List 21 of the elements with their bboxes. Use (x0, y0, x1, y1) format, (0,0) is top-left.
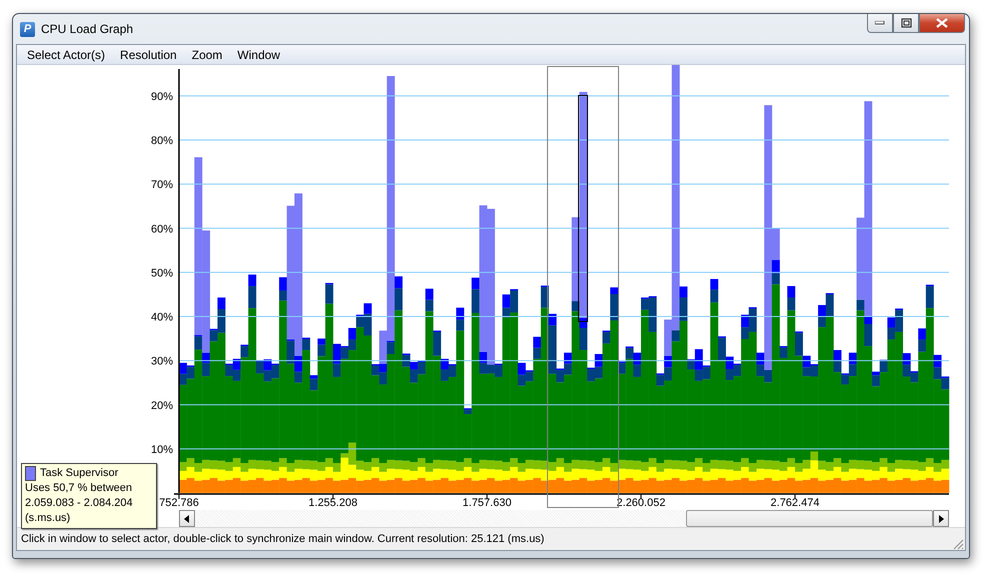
y-tick-label: 70% (150, 179, 173, 192)
x-tick-label: 752.786 (159, 497, 199, 509)
window-title: CPU Load Graph (41, 22, 134, 36)
y-tick-label: 10% (150, 444, 173, 456)
x-tick-label: 1.255.208 (308, 497, 358, 509)
tooltip-text: Uses 50,7 % between (25, 481, 134, 496)
y-tick-label: 40% (150, 312, 173, 324)
y-tick-label: 30% (150, 356, 173, 368)
x-tick-label: 2.762.474 (770, 497, 820, 509)
y-tick-label: 50% (150, 267, 173, 280)
x-tick-label: 2.260.052 (616, 497, 666, 509)
x-tick-label: 1.757.630 (462, 497, 512, 509)
tooltip-text: 2.059.083 - 2.084.204 (25, 496, 134, 511)
y-tick-label: 80% (150, 135, 173, 147)
y-tick-label: 60% (150, 223, 173, 236)
y-tick-label: 20% (150, 400, 173, 412)
series-name: Task Supervisor (40, 466, 118, 481)
app-icon: P (20, 22, 35, 36)
tooltip-text: (s.ms.us) (25, 511, 72, 526)
status-text: Click in window to select actor, double-click to synchronize main window. Current resolution: 25.121 (ms.us) (21, 533, 544, 545)
y-tick-label: 90% (150, 90, 173, 103)
